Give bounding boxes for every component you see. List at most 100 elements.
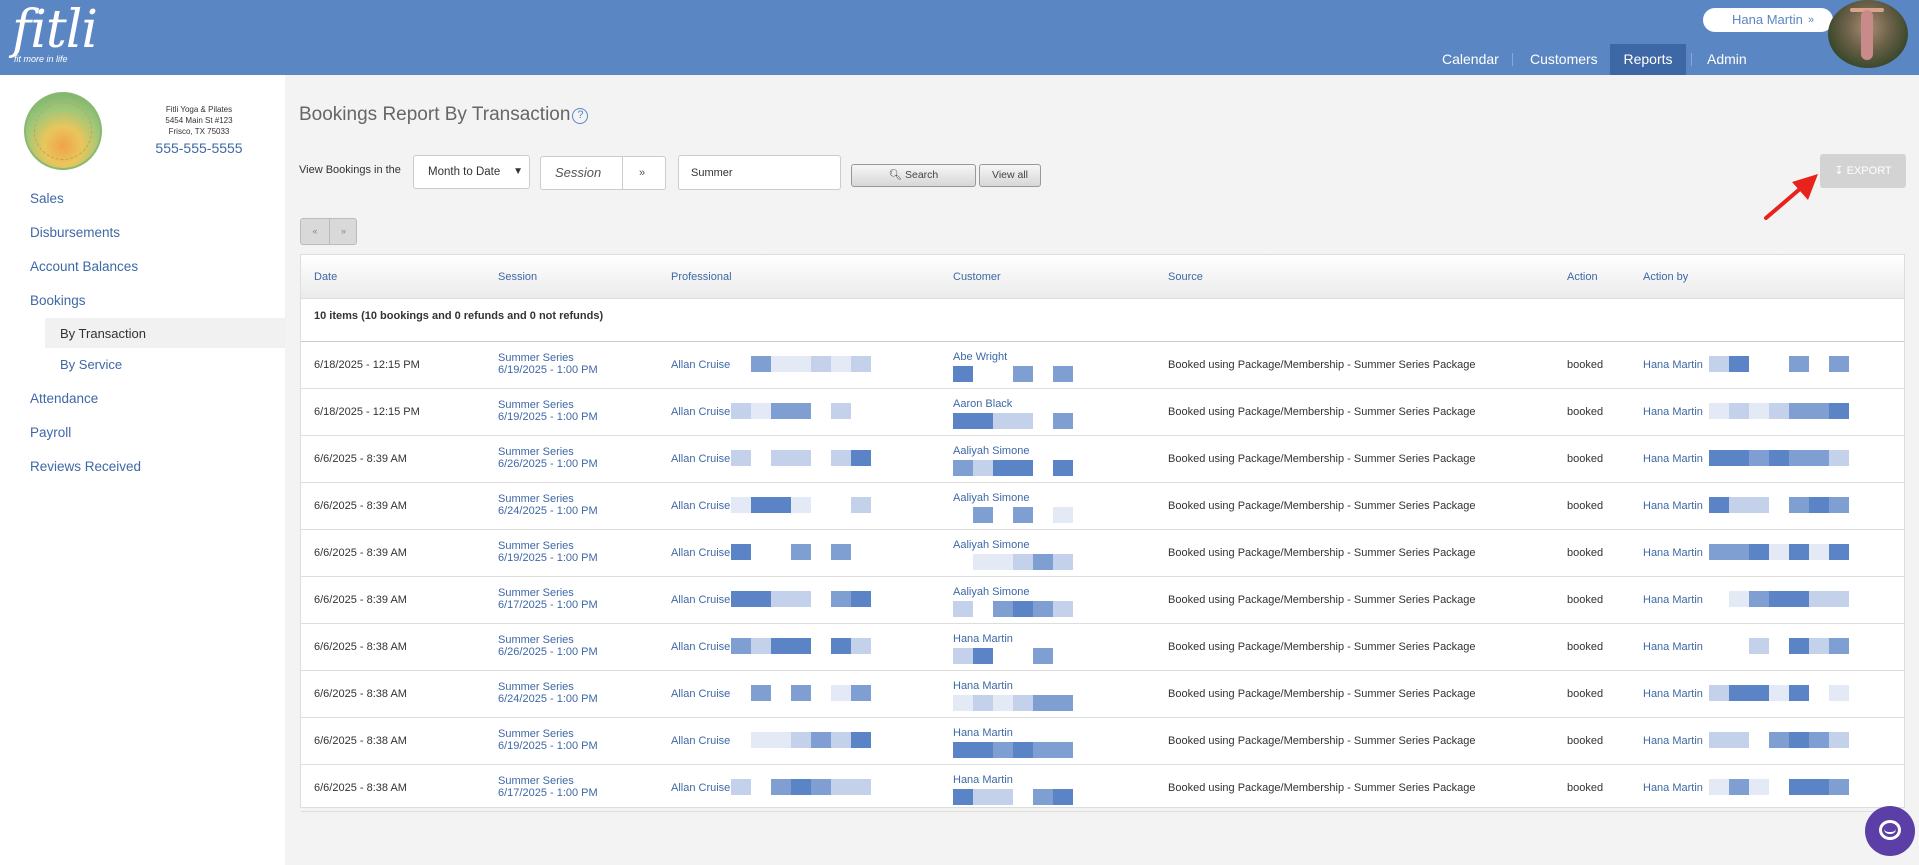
cell-action-by[interactable]: Hana Martin [1643,453,1703,465]
nav-reports[interactable]: Reports [1610,44,1686,75]
cell-action-by[interactable]: Hana Martin [1643,641,1703,653]
table-row[interactable]: 6/6/2025 - 8:39 AM Summer Series 6/24/2025… [301,483,1904,530]
cell-customer[interactable]: Aaliyah Simone [953,445,1029,457]
search-input[interactable] [678,155,841,190]
cell-customer[interactable]: Hana Martin [953,633,1013,645]
cell-session[interactable]: Summer Series 6/26/2025 - 1:00 PM [498,634,598,658]
chat-button[interactable] [1865,806,1915,856]
cell-session[interactable]: Summer Series 6/17/2025 - 1:00 PM [498,587,598,611]
cell-customer[interactable]: Hana Martin [953,727,1013,739]
cell-customer[interactable]: Aaliyah Simone [953,539,1029,551]
session-time: 6/26/2025 - 1:00 PM [498,458,598,470]
cell-customer[interactable]: Hana Martin [953,680,1013,692]
session-select[interactable]: Session » [540,156,666,190]
cell-date: 6/6/2025 - 8:39 AM [314,500,407,512]
cell-session[interactable]: Summer Series 6/24/2025 - 1:00 PM [498,681,598,705]
sidebar-subitem-by-transaction[interactable]: By Transaction [60,326,146,341]
cell-action-by[interactable]: Hana Martin [1643,782,1703,794]
nav-admin[interactable]: Admin [1707,44,1747,75]
user-menu[interactable]: Hana Martin » [1703,8,1833,32]
sidebar-item-bookings[interactable]: Bookings [30,293,86,308]
column-header-action-by[interactable]: Action by [1643,255,1688,299]
table-row[interactable]: 6/6/2025 - 8:39 AM Summer Series 6/26/2025… [301,436,1904,483]
nav-calendar[interactable]: Calendar [1442,44,1499,75]
cell-session[interactable]: Summer Series 6/24/2025 - 1:00 PM [498,493,598,517]
table-row[interactable]: 6/6/2025 - 8:39 AM Summer Series 6/17/2025… [301,577,1904,624]
cell-session[interactable]: Summer Series 6/17/2025 - 1:00 PM [498,775,598,799]
cell-action-by[interactable]: Hana Martin [1643,594,1703,606]
table-row[interactable]: 6/6/2025 - 8:38 AM Summer Series 6/24/2025… [301,671,1904,718]
cell-action-by[interactable]: Hana Martin [1643,359,1703,371]
view-all-button[interactable]: View all [979,164,1041,187]
sidebar-item-attendance[interactable]: Attendance [30,391,98,406]
table-row[interactable]: 6/6/2025 - 8:38 AM Summer Series 6/19/2025… [301,718,1904,765]
table-summary: 10 items (10 bookings and 0 refunds and … [314,310,604,322]
column-header-action[interactable]: Action [1567,255,1598,299]
search-button[interactable]: 🔍︎ Search [851,164,976,187]
column-header-professional[interactable]: Professional [671,255,732,299]
redacted-text [953,601,1073,617]
export-button[interactable]: ↧ EXPORT [1820,154,1906,188]
sidebar-item-disbursements[interactable]: Disbursements [30,225,120,240]
cell-customer[interactable]: Abe Wright [953,351,1007,363]
table-row[interactable]: 6/18/2025 - 12:15 PM Summer Series 6/19/20… [301,389,1904,436]
cell-customer[interactable]: Aaliyah Simone [953,586,1029,598]
column-header-source[interactable]: Source [1168,255,1203,299]
cell-customer[interactable]: Hana Martin [953,774,1013,786]
column-header-customer[interactable]: Customer [953,255,1001,299]
cell-session[interactable]: Summer Series 6/26/2025 - 1:00 PM [498,446,598,470]
cell-customer[interactable]: Aaliyah Simone [953,492,1029,504]
chevron-down-icon: ▼ [513,166,523,177]
cell-action-by[interactable]: Hana Martin [1643,406,1703,418]
session-name: Summer Series [498,728,574,740]
redacted-text [731,450,871,466]
pager-next-button[interactable]: » [329,219,357,244]
period-value: Month to Date [428,166,501,178]
cell-professional[interactable]: Allan Cruise [671,594,730,606]
column-header-session[interactable]: Session [498,255,537,299]
session-name: Summer Series [498,352,574,364]
cell-session[interactable]: Summer Series 6/19/2025 - 1:00 PM [498,352,598,376]
cell-professional[interactable]: Allan Cruise [671,688,730,700]
sidebar-item-account-balances[interactable]: Account Balances [30,259,138,274]
table-row[interactable]: 6/18/2025 - 12:15 PM Summer Series 6/19/20… [301,342,1904,389]
table-row[interactable]: 6/6/2025 - 8:39 AM Summer Series 6/19/2025… [301,530,1904,577]
cell-session[interactable]: Summer Series 6/19/2025 - 1:00 PM [498,728,598,752]
nav-customers[interactable]: Customers [1530,44,1598,75]
studio-address-line2: Frisco, TX 75033 [168,127,230,136]
pager-prev-button[interactable]: « [301,219,329,244]
sidebar-subitem-by-service[interactable]: By Service [60,357,122,372]
cell-source: Booked using Package/Membership - Summer… [1168,735,1476,747]
column-header-date[interactable]: Date [314,255,337,299]
table-row[interactable]: 6/6/2025 - 8:38 AM Summer Series 6/26/2025… [301,624,1904,671]
cell-action-by[interactable]: Hana Martin [1643,688,1703,700]
cell-professional[interactable]: Allan Cruise [671,735,730,747]
cell-date: 6/6/2025 - 8:38 AM [314,782,407,794]
cell-professional[interactable]: Allan Cruise [671,782,730,794]
cell-professional[interactable]: Allan Cruise [671,641,730,653]
cell-action-by[interactable]: Hana Martin [1643,547,1703,559]
cell-session[interactable]: Summer Series 6/19/2025 - 1:00 PM [498,399,598,423]
redacted-text [731,356,871,372]
sidebar-item-payroll[interactable]: Payroll [30,425,71,440]
session-name: Summer Series [498,399,574,411]
table-row[interactable]: 6/6/2025 - 8:38 AM Summer Series 6/17/2025… [301,765,1904,812]
help-icon[interactable]: ? [572,108,589,124]
cell-professional[interactable]: Allan Cruise [671,453,730,465]
cell-action-by[interactable]: Hana Martin [1643,500,1703,512]
session-time: 6/19/2025 - 1:00 PM [498,364,598,376]
cell-date: 6/18/2025 - 12:15 PM [314,406,420,418]
period-select[interactable]: Month to Date ▼ [413,155,530,189]
redacted-text [1709,544,1849,560]
redacted-text [731,638,871,654]
cell-professional[interactable]: Allan Cruise [671,406,730,418]
cell-professional[interactable]: Allan Cruise [671,359,730,371]
cell-session[interactable]: Summer Series 6/19/2025 - 1:00 PM [498,540,598,564]
sidebar-item-reviews-received[interactable]: Reviews Received [30,459,141,474]
sidebar-item-sales[interactable]: Sales [30,191,64,206]
cell-professional[interactable]: Allan Cruise [671,500,730,512]
cell-action-by[interactable]: Hana Martin [1643,735,1703,747]
studio-phone[interactable]: 555-555-5555 [140,140,258,156]
cell-customer[interactable]: Aaron Black [953,398,1012,410]
cell-professional[interactable]: Allan Cruise [671,547,730,559]
